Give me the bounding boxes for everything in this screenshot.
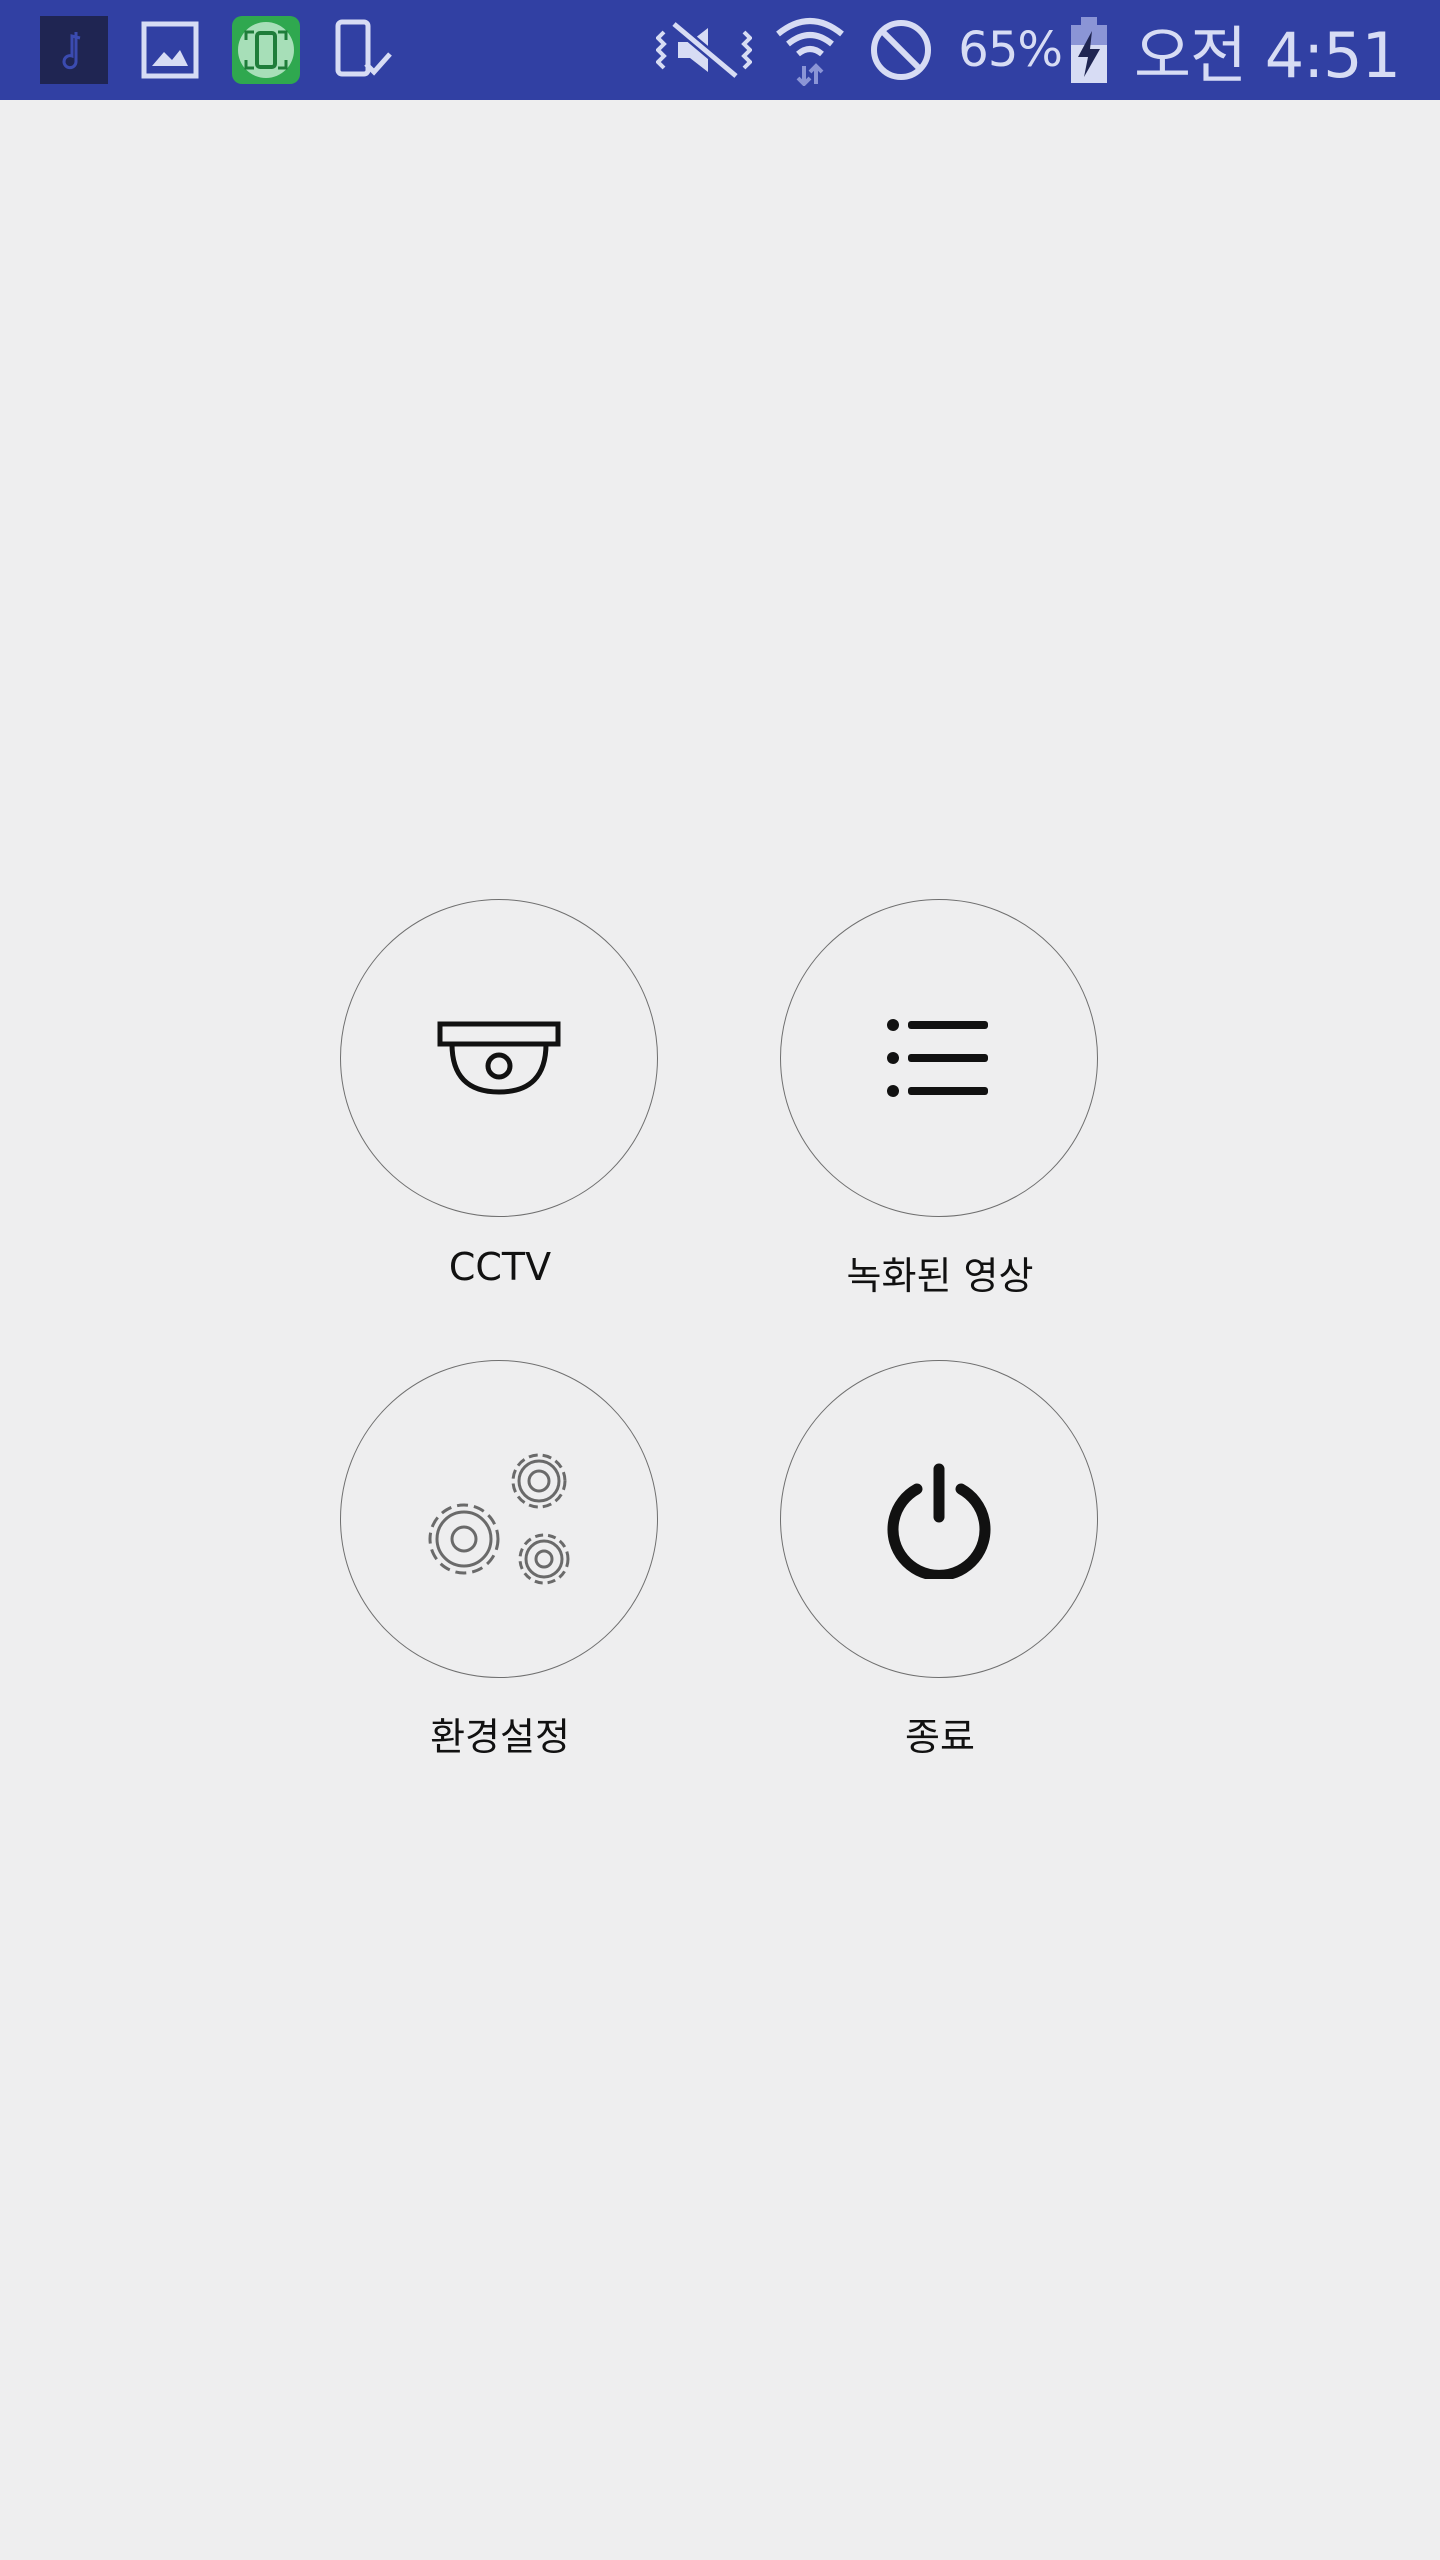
- list-icon: [887, 1019, 988, 1097]
- menu-item-exit[interactable]: 종료: [780, 1360, 1100, 1761]
- menu-label-cctv: CCTV: [448, 1245, 552, 1289]
- cctv-camera-icon: [437, 1021, 561, 1095]
- exit-button[interactable]: [780, 1360, 1098, 1678]
- menu-item-recorded-video[interactable]: 녹화된 영상: [780, 899, 1100, 1300]
- cctv-button[interactable]: [340, 899, 658, 1217]
- settings-button[interactable]: [340, 1360, 658, 1678]
- power-icon: [887, 1463, 991, 1579]
- menu-item-settings[interactable]: 환경설정: [340, 1360, 660, 1761]
- menu-label-recorded-video: 녹화된 영상: [846, 1254, 1034, 1298]
- recorded-video-button[interactable]: [780, 899, 1098, 1217]
- gears-icon: [428, 1453, 570, 1585]
- main-menu: CCTV 녹화된 영상 환경설정 종료: [0, 0, 1440, 2560]
- menu-label-settings: 환경설정: [430, 1715, 570, 1759]
- menu-item-cctv[interactable]: CCTV: [340, 899, 660, 1289]
- menu-label-exit: 종료: [905, 1715, 975, 1759]
